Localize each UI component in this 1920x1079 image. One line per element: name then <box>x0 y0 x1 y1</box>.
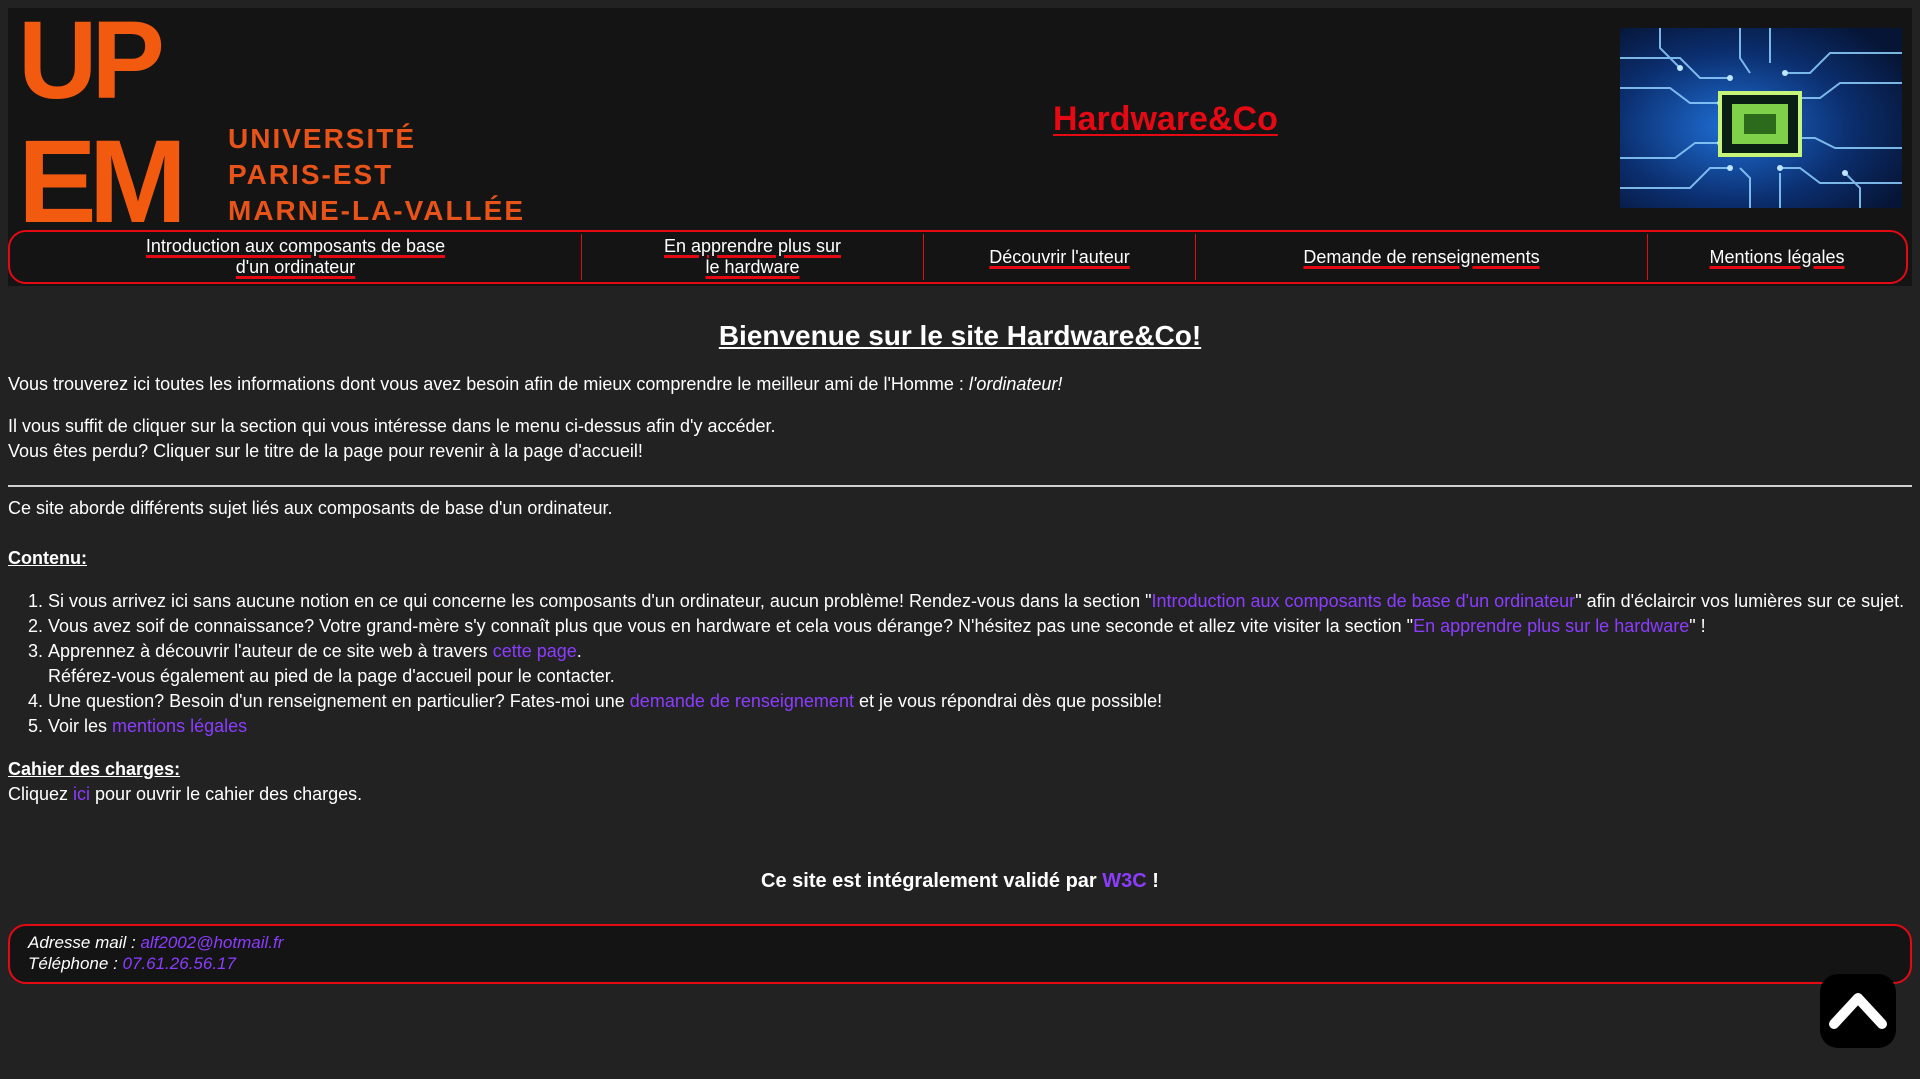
w3c-text-before: Ce site est intégralement validé par <box>761 870 1103 892</box>
list-item: Vous avez soif de connaissance? Votre gr… <box>48 614 1912 639</box>
chevron-up-icon <box>1829 993 1887 1029</box>
nav-item-label: Demande de renseignements <box>1303 246 1540 267</box>
intro-text: Vous trouverez ici toutes les informatio… <box>8 374 969 394</box>
list-item-text-before: Vous avez soif de connaissance? Votre gr… <box>48 616 1414 636</box>
nav-item-label-line1: En apprendre plus sur <box>663 236 842 256</box>
w3c-text-after: ! <box>1146 870 1159 892</box>
cahier-text-after: pour ouvrir le cahier des charges. <box>90 784 363 804</box>
list-item: Une question? Besoin d'un renseignement … <box>48 689 1912 714</box>
logo-up-text: UP <box>18 16 161 122</box>
site-title-link[interactable]: Hardware&Co <box>1053 100 1278 139</box>
list-item-text-before: Une question? Besoin d'un renseignement … <box>48 691 630 711</box>
intro-paragraph: Vous trouverez ici toutes les informatio… <box>8 372 1912 397</box>
nav-item-mentions[interactable]: Mentions légales <box>1648 234 1906 280</box>
list-item-text-before: Apprennez à découvrir l'auteur de ce sit… <box>48 641 493 661</box>
divider <box>8 485 1912 487</box>
footer-phone-link[interactable]: 07.61.26.56.17 <box>123 954 236 973</box>
contenu-heading: Contenu: <box>8 548 87 568</box>
list-item: Si vous arrivez ici sans aucune notion e… <box>48 589 1912 614</box>
link-hardware[interactable]: En apprendre plus sur le hardware <box>1413 616 1689 636</box>
footer-email-row: Adresse mail : alf2002@hotmail.fr <box>28 932 1892 953</box>
main-nav: Introduction aux composants de base d'un … <box>8 230 1908 284</box>
upem-logo: UP EM UNIVERSITÉ PARIS-EST MARNE-LA-VALL… <box>18 16 525 231</box>
nav-item-auteur[interactable]: Découvrir l'auteur <box>924 234 1196 280</box>
footer-email-link[interactable]: alf2002@hotmail.fr <box>140 933 283 952</box>
link-renseignement[interactable]: demande de renseignement <box>630 691 854 711</box>
topics-text: Ce site aborde différents sujet liés aux… <box>8 498 613 518</box>
back-to-top-button[interactable] <box>1820 974 1896 1048</box>
list-item-text-after: . <box>576 641 582 661</box>
hint-paragraph: Il vous suffit de cliquer sur la section… <box>8 414 1912 464</box>
nav-item-renseignements[interactable]: Demande de renseignements <box>1196 234 1648 280</box>
hint-line-1: Il vous suffit de cliquer sur la section… <box>8 416 776 436</box>
link-w3c[interactable]: W3C <box>1102 870 1146 892</box>
footer-phone-label: Téléphone : <box>28 954 123 973</box>
nav-item-label: Découvrir l'auteur <box>989 246 1130 267</box>
link-cahier[interactable]: ici <box>73 784 90 804</box>
w3c-paragraph: Ce site est intégralement validé par W3C… <box>8 869 1912 894</box>
cahier-paragraph: Cliquez ici pour ouvrir le cahier des ch… <box>8 782 1912 807</box>
nav-item-label-line2: d'un ordinateur <box>235 257 356 277</box>
nav-item-introduction[interactable]: Introduction aux composants de base d'un … <box>10 234 582 280</box>
logo-line-3: MARNE-LA-VALLÉE <box>228 195 525 226</box>
cahier-text-before: Cliquez <box>8 784 74 804</box>
page-heading: Bienvenue sur le site Hardware&Co! <box>718 320 1202 351</box>
nav-item-label-line2: le hardware <box>705 257 800 277</box>
contenu-list: Si vous arrivez ici sans aucune notion e… <box>8 589 1912 739</box>
list-item-text-after: " ! <box>1689 616 1706 636</box>
list-item-text-before: Voir les <box>48 716 113 736</box>
nav-item-label-line1: Introduction aux composants de base <box>145 236 446 256</box>
site-header: UP EM UNIVERSITÉ PARIS-EST MARNE-LA-VALL… <box>8 8 1912 286</box>
list-item-text-before: Si vous arrivez ici sans aucune notion e… <box>48 591 1152 611</box>
list-item: Voir les mentions légales <box>48 714 1912 739</box>
logo-em-text: EM <box>18 116 180 231</box>
nav-item-label: Mentions légales <box>1709 246 1845 267</box>
link-introduction[interactable]: Introduction aux composants de base d'un… <box>1151 591 1575 611</box>
site-footer: Adresse mail : alf2002@hotmail.fr Téléph… <box>8 924 1912 984</box>
cahier-heading: Cahier des charges: <box>8 759 181 779</box>
footer-email-label: Adresse mail : <box>28 933 141 952</box>
nav-item-hardware[interactable]: En apprendre plus sur le hardware <box>582 234 924 280</box>
list-item-extra: Référez-vous également au pied de la pag… <box>48 666 615 686</box>
circuit-chip-icon <box>1620 28 1902 208</box>
list-item-text-after: " afin d'éclaircir vos lumières sur ce s… <box>1575 591 1905 611</box>
logo-line-1: UNIVERSITÉ <box>228 123 416 154</box>
list-item-text-after: et je vous répondrai dès que possible! <box>853 691 1163 711</box>
link-auteur[interactable]: cette page <box>493 641 577 661</box>
intro-emphasis: l'ordinateur! <box>968 374 1063 394</box>
link-mentions[interactable]: mentions légales <box>112 716 247 736</box>
main-content: Bienvenue sur le site Hardware&Co! Vous … <box>8 320 1912 894</box>
hint-line-2: Vous êtes perdu? Cliquer sur le titre de… <box>8 441 643 461</box>
footer-phone-row: Téléphone : 07.61.26.56.17 <box>28 953 1892 974</box>
list-item: Apprennez à découvrir l'auteur de ce sit… <box>48 639 1912 689</box>
logo-line-2: PARIS-EST <box>228 159 393 190</box>
